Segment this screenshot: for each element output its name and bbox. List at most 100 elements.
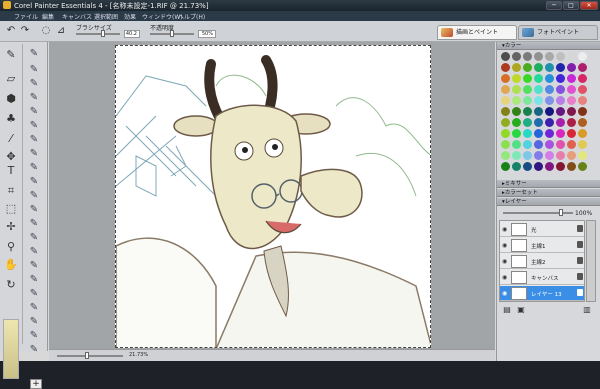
eye-icon[interactable]: ◉ — [502, 258, 507, 265]
color-swatch[interactable] — [556, 107, 565, 116]
undo-icon[interactable]: ↶ — [5, 25, 17, 37]
layers-panel-header[interactable]: ▾レイヤー — [497, 198, 600, 206]
color-swatch[interactable] — [523, 85, 532, 94]
color-swatch[interactable] — [556, 140, 565, 149]
color-swatch[interactable] — [501, 151, 510, 160]
menu-file[interactable]: ファイル — [14, 12, 38, 21]
color-swatch[interactable] — [501, 162, 510, 171]
transform-tool-icon[interactable]: ✢ — [4, 220, 18, 234]
color-swatch[interactable] — [567, 151, 576, 160]
brush-variant-icon[interactable]: ✎ — [26, 260, 42, 272]
color-swatch[interactable] — [556, 63, 565, 72]
menu-edit[interactable]: 編集 — [42, 12, 54, 21]
color-swatch[interactable] — [512, 74, 521, 83]
brush-variant-icon[interactable]: ✎ — [26, 48, 42, 60]
color-swatch[interactable] — [567, 74, 576, 83]
color-swatch[interactable] — [512, 140, 521, 149]
zoom-knob[interactable] — [85, 352, 89, 359]
color-swatch[interactable] — [545, 151, 554, 160]
color-swatch[interactable] — [512, 96, 521, 105]
color-swatch[interactable] — [534, 129, 543, 138]
layers-scrollbar[interactable] — [586, 220, 596, 302]
color-swatch[interactable] — [534, 107, 543, 116]
opacity-knob[interactable] — [170, 30, 174, 37]
layer-item-selected[interactable]: ◉ レイヤー 13 — [500, 286, 584, 301]
color-swatch[interactable] — [534, 74, 543, 83]
color-swatch[interactable] — [512, 118, 521, 127]
color-swatches[interactable] — [501, 52, 591, 172]
brush-variant-icon[interactable]: ✎ — [26, 92, 42, 104]
color-swatch[interactable] — [501, 63, 510, 72]
brush-variant-icon[interactable]: ✎ — [26, 302, 42, 314]
color-swatch[interactable] — [512, 107, 521, 116]
layer-opacity-knob[interactable] — [559, 209, 563, 216]
color-swatch[interactable] — [578, 74, 587, 83]
eye-icon[interactable]: ◉ — [502, 290, 507, 297]
color-swatch[interactable] — [578, 52, 587, 61]
color-swatch[interactable] — [567, 162, 576, 171]
brush-variant-icon[interactable]: ✎ — [26, 190, 42, 202]
color-swatch[interactable] — [512, 151, 521, 160]
paint-bucket-icon[interactable]: ⬢ — [4, 92, 18, 106]
color-swatch[interactable] — [523, 107, 532, 116]
color-swatch[interactable] — [545, 140, 554, 149]
layer-item[interactable]: ◉ キャンバス — [500, 270, 584, 285]
clone-tool-icon[interactable]: ✥ — [4, 150, 18, 164]
brush-variant-icon[interactable]: ✎ — [26, 176, 42, 188]
menu-help[interactable]: ヘルプ(H) — [178, 12, 205, 21]
rotate-tool-icon[interactable]: ↻ — [4, 278, 18, 292]
color-swatch[interactable] — [523, 74, 532, 83]
lock-icon[interactable] — [577, 273, 583, 280]
color-swatch[interactable] — [501, 140, 510, 149]
color-panel-header[interactable]: ▾カラー — [497, 42, 600, 50]
document-canvas[interactable] — [115, 45, 431, 348]
color-swatch[interactable] — [556, 118, 565, 127]
color-swatch[interactable] — [567, 140, 576, 149]
eye-icon[interactable]: ◉ — [502, 226, 507, 233]
color-swatch[interactable] — [578, 151, 587, 160]
brush-variant-icon[interactable]: ✎ — [26, 162, 42, 174]
color-swatch[interactable] — [567, 85, 576, 94]
color-swatch[interactable] — [501, 129, 510, 138]
color-swatch[interactable] — [567, 52, 576, 61]
color-swatch[interactable] — [556, 129, 565, 138]
brush-variant-icon[interactable]: ✎ — [26, 218, 42, 230]
color-swatch[interactable] — [512, 162, 521, 171]
rect-select-icon[interactable]: ⬚ — [4, 202, 18, 216]
brush-variant-icon[interactable]: ✎ — [26, 316, 42, 328]
blend-tool-icon[interactable]: ♣ — [4, 112, 18, 126]
color-swatch[interactable] — [534, 118, 543, 127]
color-swatch[interactable] — [523, 96, 532, 105]
add-brush-button[interactable]: + — [30, 379, 42, 389]
menu-effects[interactable]: 効果 — [124, 12, 136, 21]
color-swatch[interactable] — [534, 63, 543, 72]
color-swatch[interactable] — [578, 85, 587, 94]
color-swatch[interactable] — [556, 52, 565, 61]
color-swatch[interactable] — [501, 74, 510, 83]
color-swatch[interactable] — [523, 118, 532, 127]
layer-item[interactable]: ◉ 主線2 — [500, 254, 584, 269]
brush-tool-icon[interactable]: ✎ — [4, 48, 18, 62]
color-swatch[interactable] — [578, 162, 587, 171]
menu-window[interactable]: ウィンドウ(W) — [142, 12, 183, 21]
zoom-slider[interactable] — [57, 355, 123, 357]
color-swatch[interactable] — [512, 85, 521, 94]
color-swatch[interactable] — [501, 118, 510, 127]
color-swatch[interactable] — [567, 118, 576, 127]
minimize-button[interactable]: ─ — [546, 1, 562, 10]
magnifier-icon[interactable]: ⚲ — [4, 240, 18, 254]
trash-icon[interactable]: ▥ — [581, 304, 593, 316]
layer-item[interactable]: ◉ 光 — [500, 222, 584, 237]
layer-item[interactable]: ◉ 主線1 — [500, 238, 584, 253]
color-swatch[interactable] — [567, 63, 576, 72]
dropper-tool-icon[interactable]: ⁄ — [4, 132, 18, 146]
lasso-icon[interactable]: ◌ — [40, 25, 52, 37]
color-swatch[interactable] — [545, 52, 554, 61]
color-swatch[interactable] — [534, 96, 543, 105]
brush-variant-icon[interactable]: ✎ — [26, 246, 42, 258]
color-swatch[interactable] — [545, 118, 554, 127]
color-swatch[interactable] — [501, 96, 510, 105]
color-swatch[interactable] — [534, 140, 543, 149]
lock-icon[interactable] — [577, 289, 583, 296]
color-swatch[interactable] — [578, 118, 587, 127]
